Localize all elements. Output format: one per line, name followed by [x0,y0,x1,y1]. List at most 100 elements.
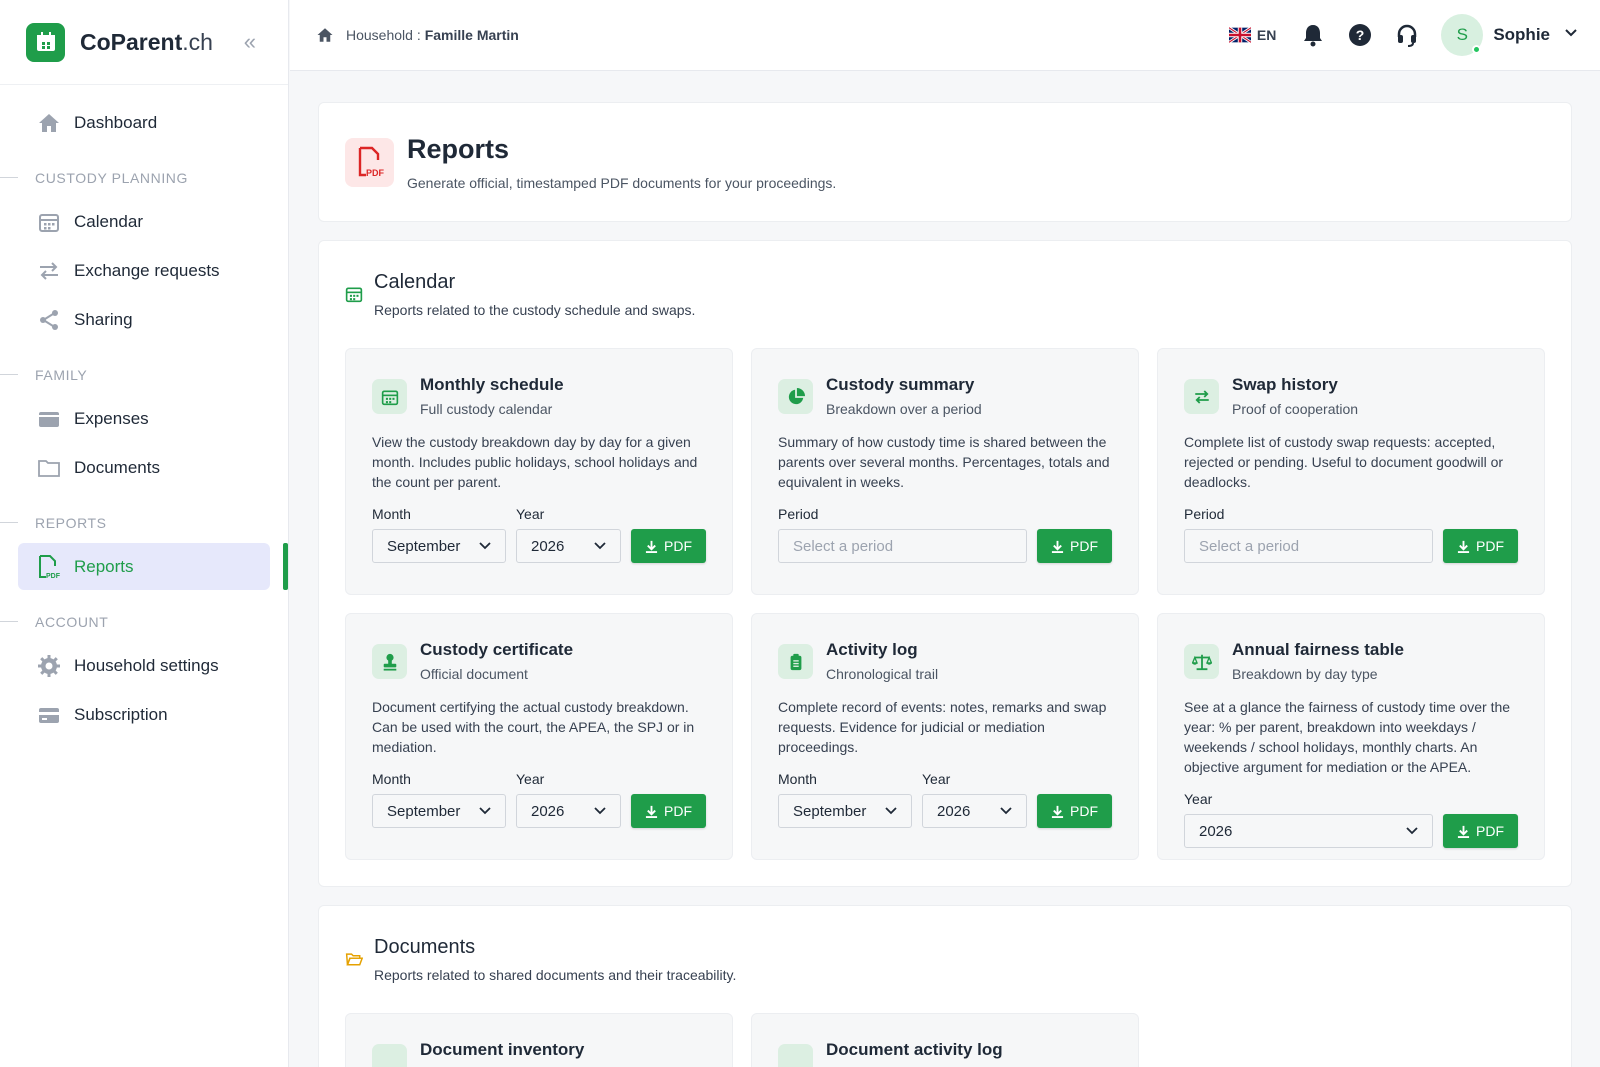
topbar: Household : Famille Martin EN ? S Sophie [290,0,1600,71]
card-subtitle: Breakdown over a period [826,401,982,417]
section-title: Calendar [374,271,456,293]
calendar-reports-section: Calendar Reports related to the custody … [318,240,1572,887]
bell-icon[interactable] [1300,22,1326,48]
sidebar-item-label: Calendar [74,211,143,231]
help-icon[interactable]: ? [1347,22,1373,48]
sidebar-item-reports[interactable]: PDF Reports [18,543,288,590]
download-pdf-button[interactable]: PDF [1443,529,1518,563]
section-subtitle: Reports related to the custody schedule … [374,302,696,318]
sidebar-item-label: Exchange requests [74,260,220,280]
logo-icon[interactable] [26,22,65,62]
chevron-down-icon [885,807,897,815]
period-picker[interactable]: Select a period [778,529,1027,563]
download-icon [1051,540,1064,553]
card-subtitle: Chronological trail [826,666,939,682]
sidebar-item-dashboard[interactable]: Dashboard [18,99,270,146]
chevron-down-icon [1000,807,1012,815]
year-label: Year [1184,791,1213,807]
sidebar-item-household-settings[interactable]: Household settings [18,642,270,689]
main-content: PDF Reports Generate official, timestamp… [318,102,1572,1067]
card-subtitle: Breakdown by day type [1232,666,1378,682]
user-name: Sophie [1493,25,1550,44]
year-label: Year [516,506,545,522]
year-label: Year [922,771,951,787]
sidebar-item-sharing[interactable]: Sharing [18,296,270,343]
report-card-document-activity-log: Document activity log [751,1013,1139,1067]
section-family: FAMILY [0,357,288,393]
sidebar-item-calendar[interactable]: Calendar [18,198,270,245]
card-title: Activity log [826,640,918,659]
card-subtitle: Proof of cooperation [1232,401,1359,417]
button-label: PDF [664,538,692,554]
year-select[interactable]: 2026 [516,529,621,563]
topbar-actions: EN ? S Sophie [1228,14,1600,56]
download-pdf-button[interactable]: PDF [1443,814,1518,848]
chevron-down-icon [1406,827,1418,835]
brand-name[interactable]: CoParent.ch [80,29,213,56]
download-pdf-button[interactable]: PDF [1037,529,1112,563]
card-description: Document certifying the actual custody b… [372,699,695,755]
share-icon [36,307,62,333]
card-title: Monthly schedule [420,375,564,394]
swap-arrows-icon [1184,379,1219,414]
download-pdf-button[interactable]: PDF [631,529,706,563]
sidebar-item-subscription[interactable]: Subscription [18,691,270,738]
page-subtitle: Generate official, timestamped PDF docum… [407,174,837,191]
credit-card-icon [36,702,62,728]
period-label: Period [1184,506,1225,522]
sidebar-item-expenses[interactable]: Expenses [18,395,270,442]
breadcrumb: Household : Famille Martin [316,26,519,44]
folder-open-icon [345,953,363,966]
sidebar-item-label: Sharing [74,309,133,329]
section-subtitle: Reports related to shared documents and … [374,967,737,983]
chevron-down-icon [479,807,491,815]
breadcrumb-household[interactable]: Famille Martin [425,27,519,43]
card-title: Custody certificate [420,640,574,659]
sidebar-item-label: Subscription [74,704,168,724]
avatar: S [1441,14,1484,56]
period-picker[interactable]: Select a period [1184,529,1433,563]
breadcrumb-label: Household : [346,27,421,43]
button-label: PDF [1476,823,1504,839]
uk-flag-icon [1228,27,1251,43]
month-select[interactable]: September [372,794,506,828]
section-reports: REPORTS [0,505,288,541]
language-code: EN [1256,27,1277,43]
month-select[interactable]: September [778,794,912,828]
home-icon[interactable] [316,26,334,44]
collapse-sidebar-icon[interactable]: « [244,29,256,55]
download-icon [645,805,658,818]
calendar-icon [372,379,407,414]
year-select[interactable]: 2026 [516,794,621,828]
avatar-initial: S [1456,25,1468,44]
download-pdf-button[interactable]: PDF [1037,794,1112,828]
section-account: ACCOUNT [0,604,288,640]
sidebar-item-label: Dashboard [74,112,158,132]
year-value: 2026 [531,802,565,820]
stamp-icon [372,644,407,679]
year-select[interactable]: 2026 [922,794,1027,828]
report-card-activity-log: Activity log Chronological trail Complet… [751,613,1139,860]
button-label: PDF [1070,803,1098,819]
section-custody-planning: CUSTODY PLANNING [0,160,288,196]
year-select[interactable]: 2026 [1184,814,1433,848]
sidebar-item-documents[interactable]: Documents [18,444,270,491]
download-icon [1457,825,1470,838]
year-value: 2026 [531,537,565,555]
svg-text:PDF: PDF [46,573,61,580]
month-select[interactable]: September [372,529,506,563]
chevron-down-icon [479,542,491,550]
download-pdf-button[interactable]: PDF [631,794,706,828]
report-card-swap-history: Swap history Proof of cooperation Comple… [1157,348,1545,595]
page-title: Reports [407,133,510,164]
language-selector[interactable]: EN [1228,27,1277,43]
sidebar-item-exchange-requests[interactable]: Exchange requests [18,247,270,294]
user-menu[interactable]: S Sophie [1441,14,1578,56]
sidebar-item-label: Documents [74,457,160,477]
support-headset-icon[interactable] [1394,22,1420,48]
documents-reports-section: Documents Reports related to shared docu… [318,905,1572,1067]
period-placeholder: Select a period [793,537,894,555]
calendar-icon [36,209,62,235]
brand-tld: .ch [182,28,213,55]
pdf-file-icon: PDF [36,554,62,580]
